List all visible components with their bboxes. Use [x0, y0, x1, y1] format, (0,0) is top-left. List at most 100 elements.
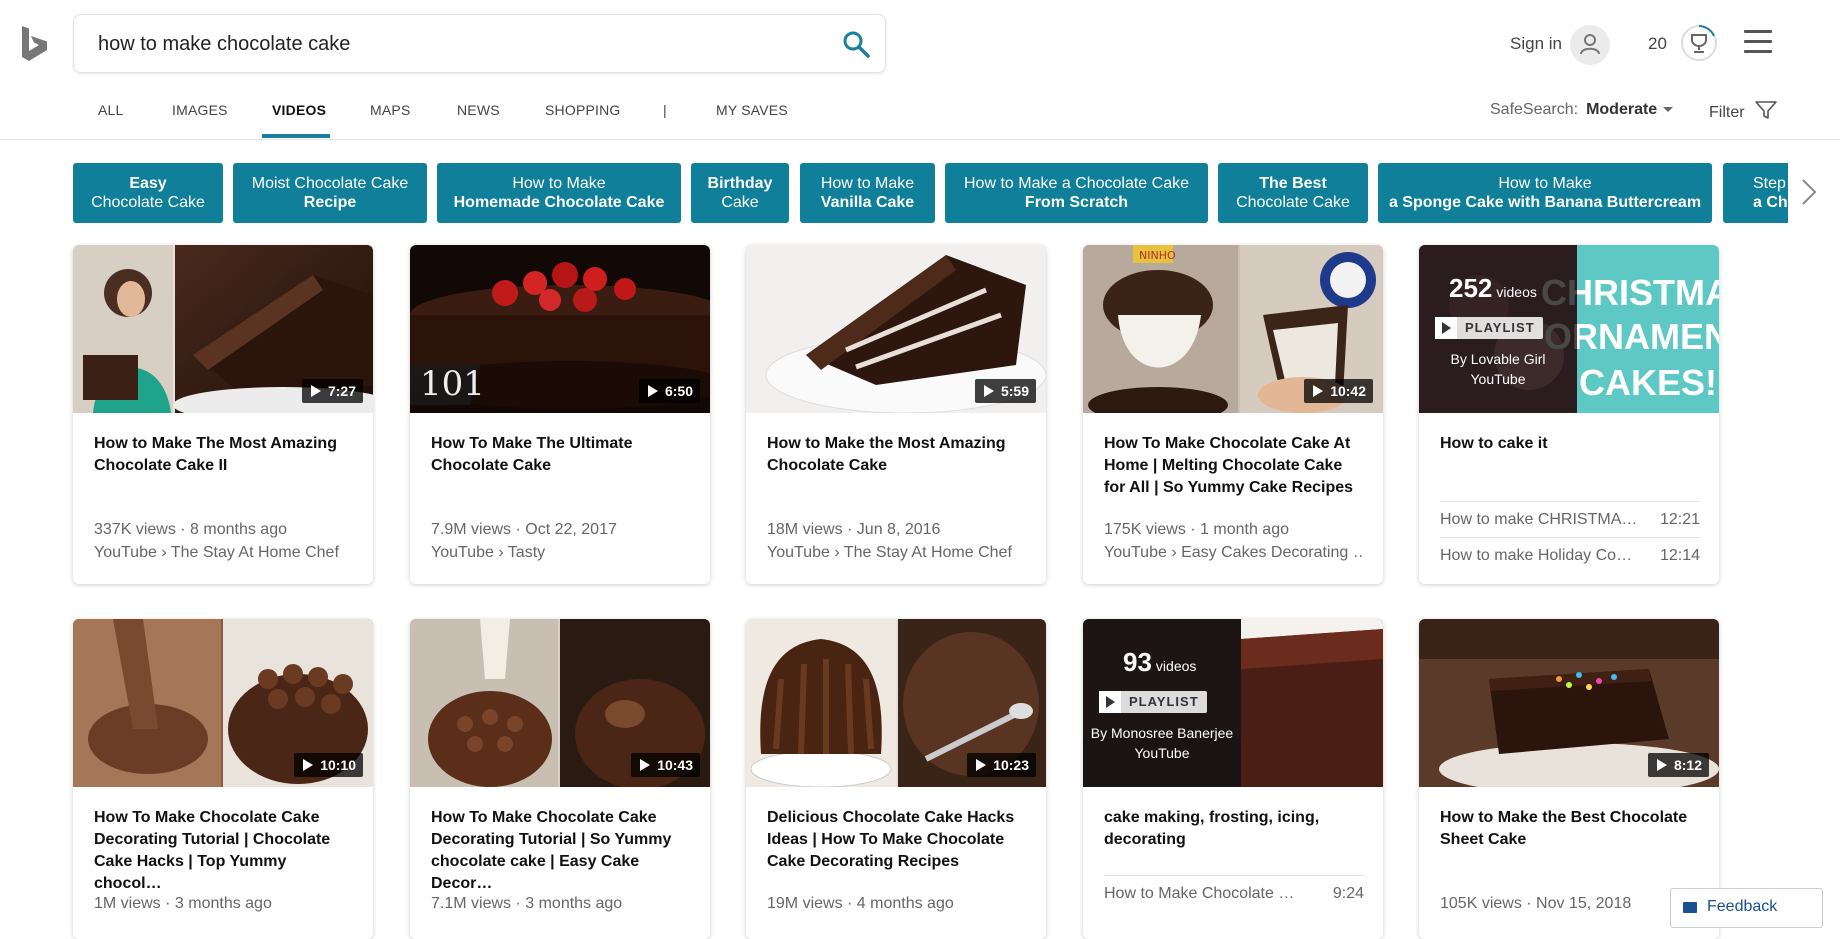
video-source[interactable]: YouTube › The Stay At Home Chef [767, 541, 1027, 564]
video-title[interactable]: How To Make Chocolate Cake Decorating Tu… [94, 807, 354, 895]
playlist-item-title: How to make Holiday Coo… [1440, 547, 1640, 564]
video-title[interactable]: Delicious Chocolate Cake Hacks Ideas | H… [767, 807, 1027, 873]
video-meta: 7.9M views · Oct 22, 2017 YouTube › Tast… [431, 518, 691, 564]
video-meta: 337K views · 8 months ago YouTube › The … [94, 518, 354, 564]
rewards-trophy-icon[interactable] [1680, 24, 1718, 62]
video-duration: 5:59 [974, 379, 1036, 403]
video-card[interactable]: 101 6:50 How To Make The Ultimate Chocol… [410, 245, 710, 584]
video-thumbnail[interactable]: 7:27 [73, 245, 373, 413]
video-thumbnail[interactable]: 10:43 [410, 619, 710, 787]
search-box [73, 14, 886, 73]
related-searches-carousel: Easy Chocolate Cake Moist Chocolate Cake R… [73, 163, 1788, 223]
tab-my-saves[interactable]: MY SAVES [716, 102, 788, 118]
playlist-overlay: 252 videos PLAYLIST By Lovable Girl YouTu… [1419, 245, 1577, 413]
tab-all[interactable]: ALL [98, 102, 124, 118]
playlist-item[interactable]: How to make Holiday Coo… 12:14 [1440, 537, 1700, 573]
playlist-count: 252 videos [1449, 273, 1537, 304]
rewards-points[interactable]: 20 [1648, 34, 1667, 54]
related-chip[interactable]: Birthday Cake [691, 163, 789, 223]
video-thumbnail[interactable]: NINHO 10:42 [1083, 245, 1383, 413]
tab-maps[interactable]: MAPS [370, 102, 410, 118]
chip-line1: Birthday [707, 175, 773, 192]
thumbnail-text: CAKES! [1579, 362, 1717, 403]
active-tab-indicator [262, 134, 330, 138]
playlist-item[interactable]: How to Make Chocolate C… 9:24 [1104, 875, 1364, 911]
menu-icon[interactable] [1744, 30, 1772, 56]
search-icon[interactable] [841, 29, 871, 59]
video-thumbnail[interactable]: 5:59 [746, 245, 1046, 413]
filter-button[interactable]: Filter [1709, 100, 1777, 122]
video-thumbnail[interactable]: 101 6:50 [410, 245, 710, 413]
video-duration: 10:43 [631, 753, 700, 777]
related-chip[interactable]: Easy Chocolate Cake [73, 163, 223, 223]
playlist-card[interactable]: CHRISTMAS ORNAMENT CAKES! 252videos PLAY… [1419, 245, 1719, 584]
video-thumbnail[interactable]: 10:23 [746, 619, 1046, 787]
chip-line2: Chocolate Cake [1236, 194, 1350, 211]
video-title[interactable]: How to Make the Most Amazing Chocolate C… [767, 433, 1027, 477]
chip-line2: Vanilla Cake [820, 194, 915, 211]
chevron-right-icon[interactable] [1794, 172, 1824, 212]
bing-logo-icon[interactable] [20, 24, 50, 64]
video-title[interactable]: How To Make Chocolate Cake Decorating Tu… [431, 807, 691, 895]
video-title[interactable]: How to Make The Most Amazing Chocolate C… [94, 433, 354, 477]
playlist-item-duration: 9:24 [1332, 885, 1364, 902]
video-title[interactable]: How To Make Chocolate Cake At Home | Mel… [1104, 433, 1364, 499]
video-thumbnail[interactable]: 10:10 [73, 619, 373, 787]
playlist-site: YouTube [1134, 745, 1190, 761]
playlist-by: By Monosree Banerjee [1090, 725, 1234, 741]
video-card[interactable]: 7:27 How to Make The Most Amazing Chocol… [73, 245, 373, 584]
tab-videos[interactable]: VIDEOS [272, 102, 326, 118]
playlist-title[interactable]: How to cake it [1440, 433, 1700, 455]
feedback-button[interactable]: Feedback [1670, 888, 1823, 928]
playlist-item-duration: 12:14 [1659, 547, 1700, 564]
video-title[interactable]: How to Make the Best Chocolate Sheet Cak… [1440, 807, 1700, 851]
video-duration: 10:23 [967, 753, 1036, 777]
chip-line2: Recipe [303, 194, 357, 211]
video-card[interactable]: 10:10 How To Make Chocolate Cake Decorat… [73, 619, 373, 939]
video-card[interactable]: NINHO 10:42 How To Make Chocolate Cake A… [1083, 245, 1383, 584]
video-source[interactable]: YouTube › Tasty [431, 541, 691, 564]
playlist-title[interactable]: cake making, frosting, icing, decorating [1104, 807, 1364, 851]
related-chip[interactable]: Moist Chocolate Cake Recipe [233, 163, 427, 223]
tab-shopping[interactable]: SHOPPING [545, 102, 621, 118]
safesearch-dropdown[interactable]: SafeSearch: Moderate [1490, 101, 1674, 119]
thumbnail-text: 101 [420, 364, 485, 404]
related-chip[interactable]: How to Make Vanilla Cake [800, 163, 935, 223]
related-chip[interactable]: How to Make Homemade Chocolate Cake [437, 163, 681, 223]
video-source[interactable]: YouTube › Easy Cakes Decorating … [1104, 541, 1364, 564]
related-chip[interactable]: Step a Cho [1723, 163, 1788, 223]
video-meta: 1M views · 3 months ago [94, 892, 354, 915]
related-chip[interactable]: The Best Chocolate Cake [1218, 163, 1368, 223]
playlist-card[interactable]: 93 videos PLAYLIST By Monosree Banerjee Y… [1083, 619, 1383, 939]
video-meta: 175K views · 1 month ago YouTube › Easy … [1104, 518, 1364, 564]
playlist-by: By Lovable Girl [1450, 351, 1546, 367]
video-duration: 6:50 [638, 379, 700, 403]
chip-line2: Homemade Chocolate Cake [453, 194, 665, 211]
chip-line1: The Best [1259, 175, 1327, 192]
video-title[interactable]: How To Make The Ultimate Chocolate Cake [431, 433, 691, 477]
video-card[interactable]: 5:59 How to Make the Most Amazing Chocol… [746, 245, 1046, 584]
tab-images[interactable]: IMAGES [172, 102, 228, 118]
playlist-count: 93 videos [1123, 647, 1196, 678]
video-card[interactable]: 10:43 How To Make Chocolate Cake Decorat… [410, 619, 710, 939]
avatar[interactable] [1570, 25, 1610, 65]
sign-in-link[interactable]: Sign in [1510, 34, 1562, 54]
video-meta: 18M views · Jun 8, 2016 YouTube › The St… [767, 518, 1027, 564]
playlist-badge: PLAYLIST [1099, 691, 1207, 713]
related-chip[interactable]: How to Make a Chocolate Cake From Scratch [945, 163, 1208, 223]
playlist-thumbnail[interactable]: 93 videos PLAYLIST By Monosree Banerjee Y… [1083, 619, 1383, 787]
nav-separator: | [663, 102, 667, 118]
playlist-item[interactable]: How to make CHRISTMA… 12:21 [1440, 501, 1700, 537]
related-chip[interactable]: How to Make a Sponge Cake with Banana But… [1378, 163, 1712, 223]
tab-news[interactable]: NEWS [457, 102, 500, 118]
video-card[interactable]: 10:23 Delicious Chocolate Cake Hacks Ide… [746, 619, 1046, 939]
video-thumbnail[interactable]: 8:12 [1419, 619, 1719, 787]
playlist-count-number: 252 [1449, 273, 1493, 303]
chip-line2: a Sponge Cake with Banana Buttercream [1388, 194, 1702, 211]
playlist-badge: PLAYLIST [1435, 317, 1543, 339]
chip-line2: From Scratch [1024, 194, 1129, 211]
video-source[interactable]: YouTube › The Stay At Home Chef [94, 541, 354, 564]
search-input[interactable] [98, 29, 818, 59]
playlist-thumbnail[interactable]: CHRISTMAS ORNAMENT CAKES! 252videos PLAY… [1419, 245, 1719, 413]
chip-line1: How to Make [820, 175, 915, 192]
